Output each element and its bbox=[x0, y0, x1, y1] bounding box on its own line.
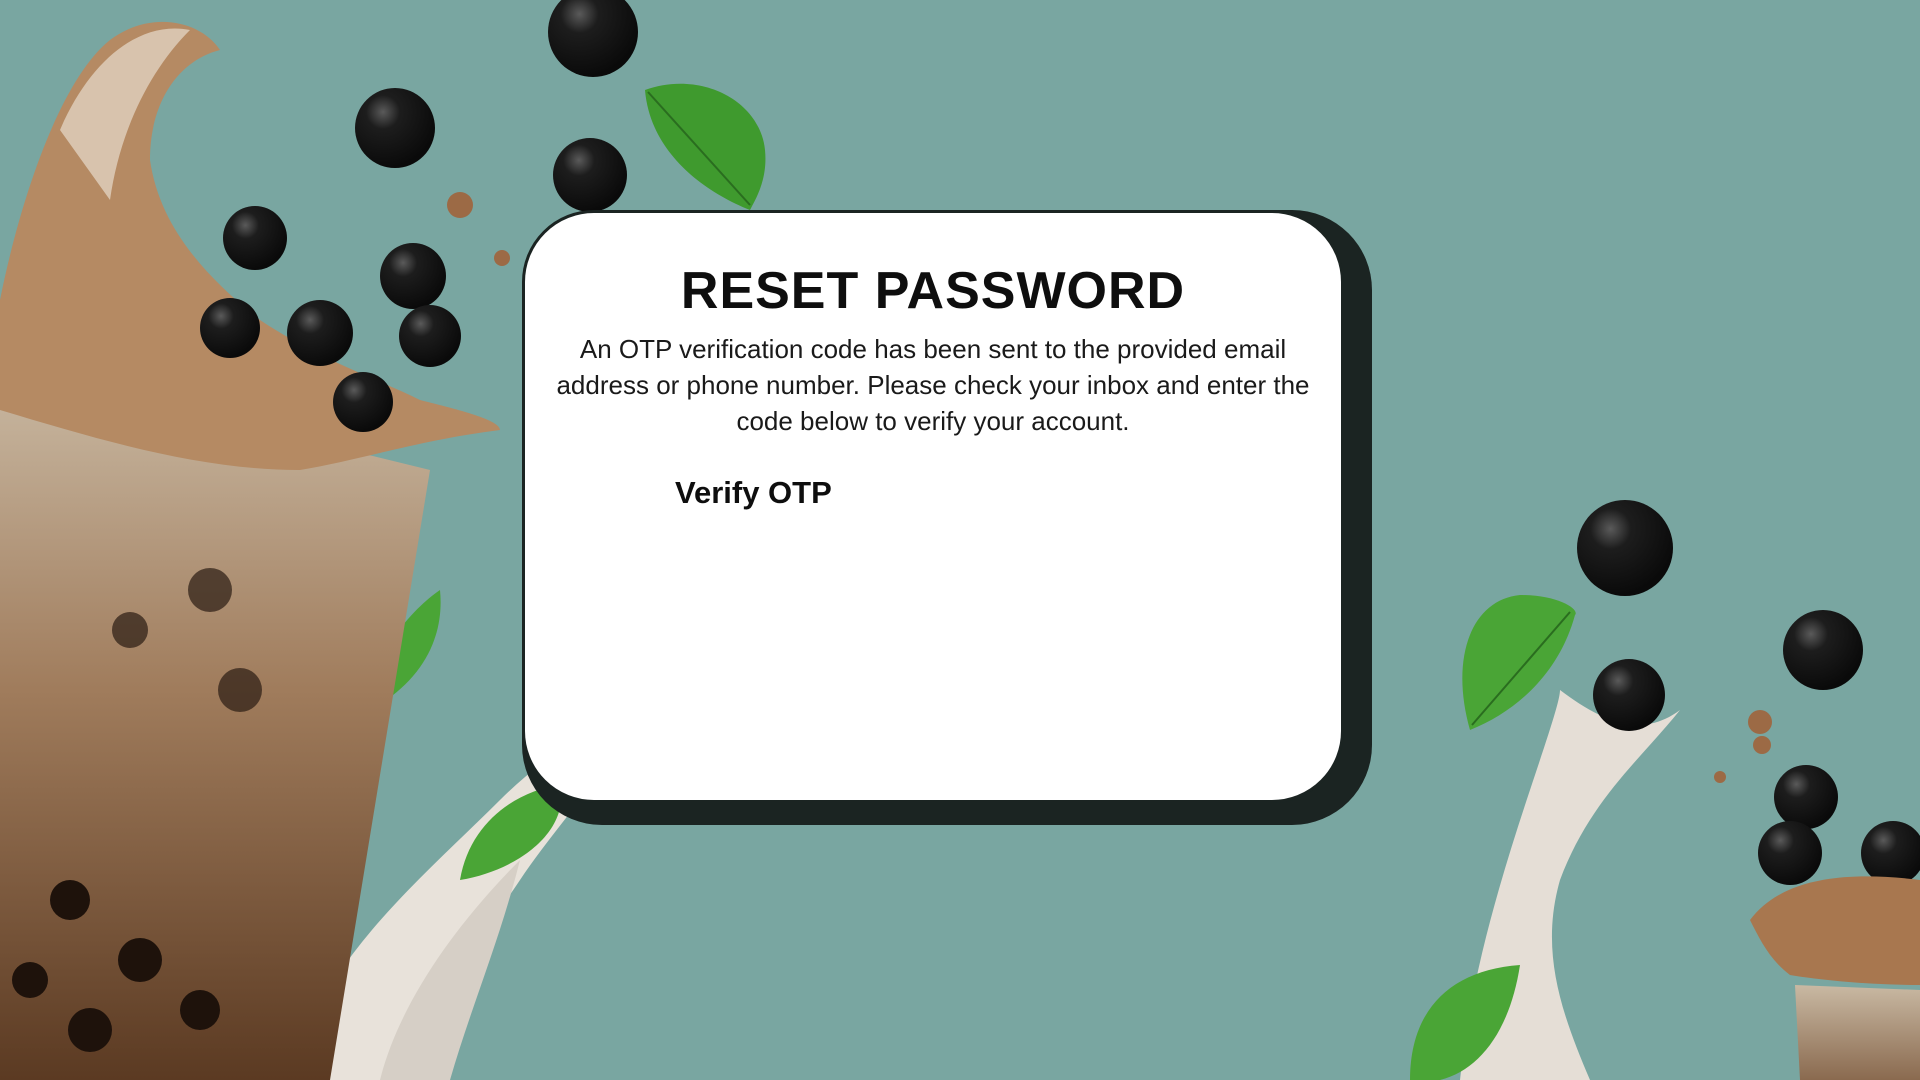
boba-pearl bbox=[1593, 659, 1665, 731]
boba-pearl bbox=[399, 305, 461, 367]
boba-pearl bbox=[1861, 821, 1920, 885]
boba-pearl bbox=[1774, 765, 1838, 829]
drink-cup-right bbox=[1795, 985, 1920, 1080]
boba-pearl bbox=[1783, 610, 1863, 690]
boba-pearl bbox=[287, 300, 353, 366]
reset-password-card: RESET PASSWORD An OTP verification code … bbox=[522, 210, 1344, 803]
boba-pearl bbox=[355, 88, 435, 168]
boba-pearl bbox=[553, 138, 627, 212]
boba-pearl bbox=[333, 372, 393, 432]
page-title: RESET PASSWORD bbox=[680, 262, 1186, 320]
boba-pearl bbox=[200, 298, 260, 358]
leaf-left-top bbox=[645, 83, 766, 210]
otp-instructions: An OTP verification code has been sent t… bbox=[556, 334, 1310, 436]
boba-pearl bbox=[1577, 500, 1673, 596]
boba-pearl bbox=[548, 0, 638, 77]
tea-splash-right bbox=[1750, 876, 1920, 985]
boba-pearl bbox=[380, 243, 446, 309]
boba-pearl bbox=[223, 206, 287, 270]
boba-pearl bbox=[1758, 821, 1822, 885]
verify-otp-button[interactable]: Verify OTP bbox=[675, 475, 832, 511]
